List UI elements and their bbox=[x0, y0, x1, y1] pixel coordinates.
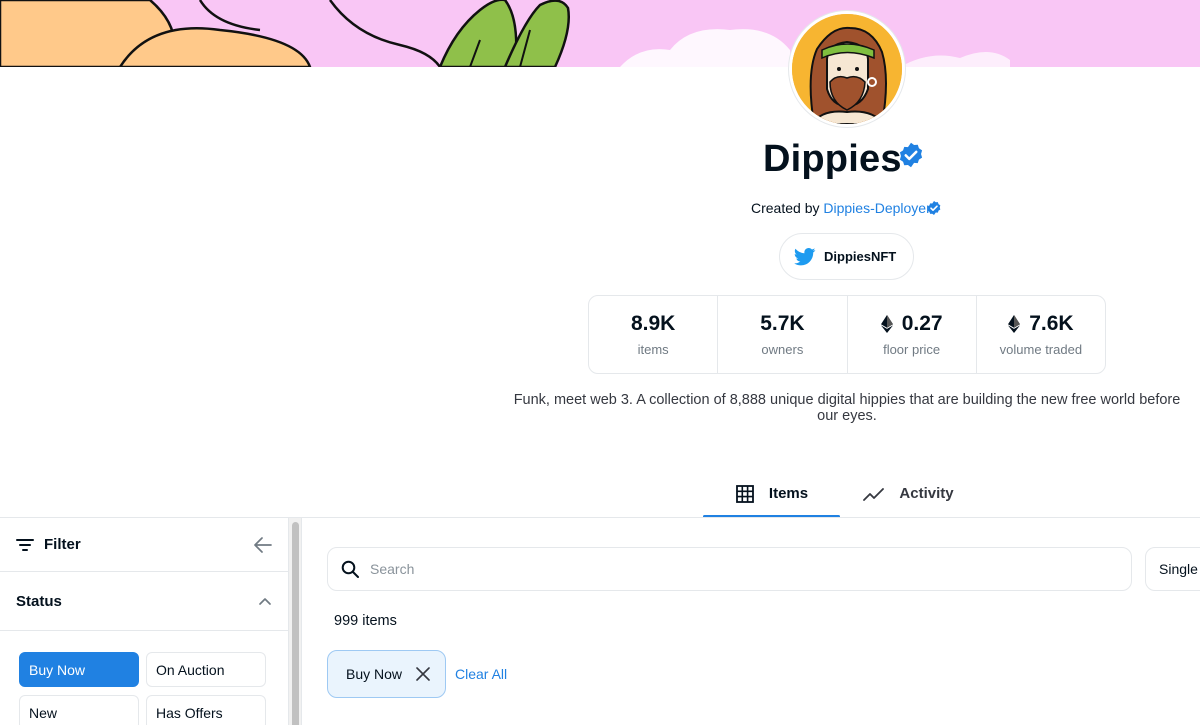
status-buy-now[interactable]: Buy Now bbox=[19, 652, 139, 687]
collection-stats: 8.9K items 5.7K owners 0.27 floor price … bbox=[588, 295, 1106, 374]
verified-badge-icon bbox=[897, 141, 925, 174]
stat-value: 8.9K bbox=[630, 312, 676, 335]
stat-volume-traded[interactable]: 7.6K volume traded bbox=[977, 296, 1105, 373]
stat-label: owners bbox=[761, 342, 804, 357]
grid-icon bbox=[735, 484, 755, 504]
close-icon[interactable] bbox=[416, 667, 430, 681]
status-section-header[interactable]: Status bbox=[0, 572, 288, 631]
active-filter-chip[interactable]: Buy Now bbox=[327, 650, 446, 698]
stat-value: 5.7K bbox=[760, 312, 805, 335]
stat-value: 0.27 bbox=[901, 312, 943, 335]
stat-floor-price[interactable]: 0.27 floor price bbox=[848, 296, 977, 373]
search-bar[interactable] bbox=[327, 547, 1132, 591]
filter-lines-icon bbox=[16, 538, 34, 552]
activity-chart-icon bbox=[863, 486, 885, 502]
search-input[interactable] bbox=[370, 561, 1070, 577]
stat-label: items bbox=[637, 342, 669, 357]
filter-label: Filter bbox=[44, 536, 81, 553]
arrow-left-icon[interactable] bbox=[254, 536, 272, 553]
twitter-icon bbox=[794, 247, 816, 266]
twitter-handle: DippiesNFT bbox=[824, 249, 897, 264]
status-new[interactable]: New bbox=[19, 695, 139, 725]
status-options: Buy Now On Auction New Has Offers bbox=[19, 652, 266, 725]
tab-items[interactable]: Items bbox=[703, 470, 840, 518]
search-icon bbox=[341, 560, 359, 578]
hippie-avatar-image bbox=[792, 14, 902, 124]
ethereum-icon bbox=[1008, 315, 1021, 333]
collection-avatar bbox=[789, 11, 905, 127]
scrollbar-thumb[interactable] bbox=[292, 522, 299, 725]
collection-title: Dippies bbox=[763, 138, 902, 180]
stat-items[interactable]: 8.9K items bbox=[589, 296, 719, 373]
status-on-auction[interactable]: On Auction bbox=[146, 652, 266, 687]
creator-link[interactable]: Dippies-Deployer bbox=[823, 200, 930, 216]
collection-description: Funk, meet web 3. A collection of 8,888 … bbox=[513, 392, 1181, 424]
tab-items-label: Items bbox=[768, 485, 809, 502]
created-by-prefix: Created by bbox=[751, 200, 820, 216]
results-count: 999 items bbox=[334, 613, 397, 629]
chip-label: Buy Now bbox=[346, 666, 403, 682]
collection-banner bbox=[0, 0, 1200, 67]
tab-activity[interactable]: Activity bbox=[840, 470, 977, 517]
filter-header[interactable]: Filter bbox=[0, 518, 288, 572]
status-has-offers[interactable]: Has Offers bbox=[146, 695, 266, 725]
sort-select[interactable]: Single bbox=[1145, 547, 1200, 591]
collection-page: Dippies Created by Dippies-Deployer Dipp… bbox=[0, 0, 1200, 725]
banner-artwork bbox=[0, 0, 1200, 67]
stat-value: 7.6K bbox=[1029, 312, 1074, 335]
ethereum-icon bbox=[880, 315, 893, 333]
clear-all-link[interactable]: Clear All bbox=[455, 666, 507, 682]
created-by-line: Created by Dippies-Deployer bbox=[751, 200, 931, 216]
status-label: Status bbox=[16, 592, 62, 610]
tab-activity-label: Activity bbox=[899, 485, 954, 502]
twitter-link-button[interactable]: DippiesNFT bbox=[779, 233, 914, 280]
stat-label: floor price bbox=[883, 342, 941, 357]
sidebar-scrollbar[interactable] bbox=[289, 518, 302, 725]
stat-label: volume traded bbox=[999, 342, 1083, 357]
creator-verified-badge-icon bbox=[926, 200, 942, 221]
collection-tabs: Items Activity bbox=[703, 470, 977, 518]
filter-sidebar: Filter Status Buy Now On Auction New Has… bbox=[0, 518, 289, 725]
chevron-up-icon bbox=[258, 597, 272, 606]
stat-owners[interactable]: 5.7K owners bbox=[718, 296, 848, 373]
